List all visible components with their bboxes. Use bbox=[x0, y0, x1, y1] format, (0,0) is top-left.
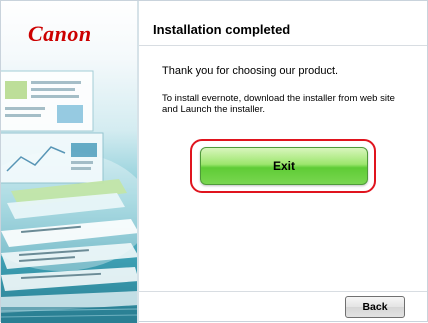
title-divider bbox=[139, 45, 427, 46]
thanks-message: Thank you for choosing our product. bbox=[162, 65, 339, 77]
documents-illustration bbox=[1, 70, 139, 323]
side-panel: Canon bbox=[1, 1, 139, 323]
back-button[interactable]: Back bbox=[345, 296, 405, 318]
evernote-instructions: To install evernote, download the instal… bbox=[162, 93, 395, 115]
footer-divider bbox=[139, 291, 427, 292]
canon-logo: Canon bbox=[28, 21, 92, 46]
installer-window: Canon Installation completed Thank you f… bbox=[0, 0, 428, 323]
side-panel-edge bbox=[137, 1, 139, 323]
page-title: Installation completed bbox=[153, 22, 291, 37]
exit-button[interactable]: Exit bbox=[200, 147, 368, 185]
